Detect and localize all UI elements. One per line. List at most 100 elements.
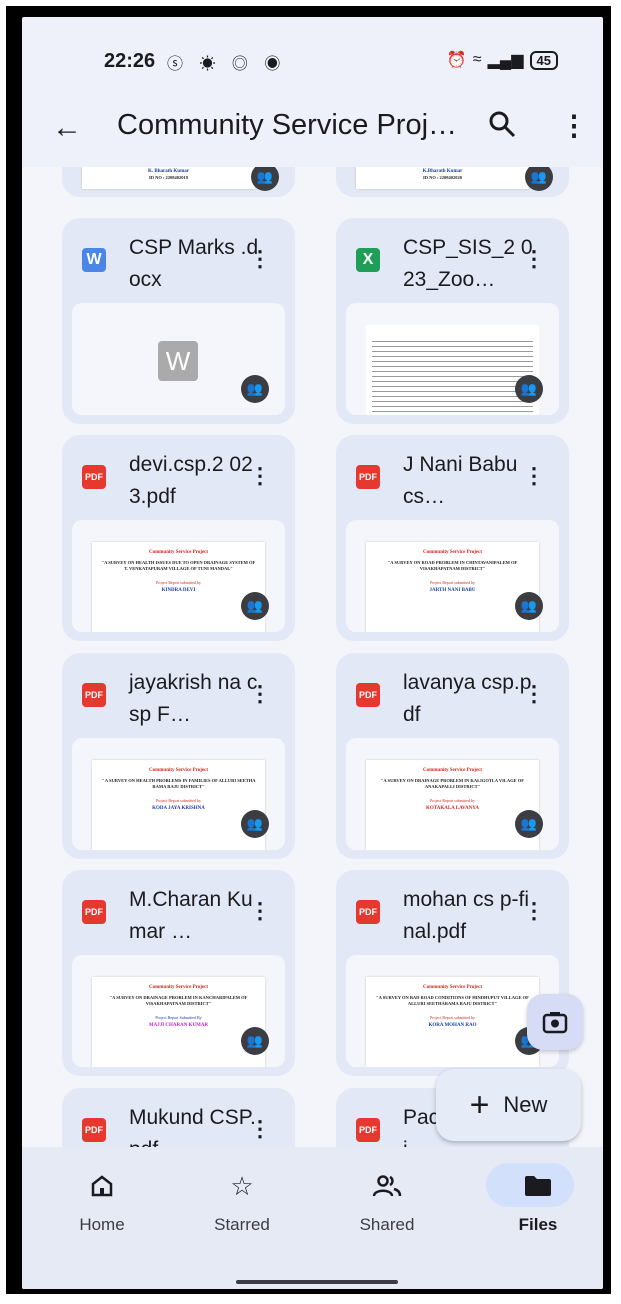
pdf-preview: Community Service Project "A SURVEY ON B… — [366, 977, 539, 1067]
shared-people-icon: 👥 — [515, 375, 543, 403]
file-more-icon[interactable]: ⋮ — [523, 463, 545, 489]
file-grid: K. Bharath Kumar ID NO : 2208402019 👥 K.… — [22, 167, 603, 1147]
more-options-icon[interactable]: ⋮ — [560, 109, 588, 142]
status-bar: 22:26 ⓢ ☀ ◎ ◉ ⏰ ≈ ▂▄▆ 45 — [22, 17, 603, 87]
file-thumbnail: 👥 — [346, 303, 559, 415]
nav-files[interactable]: Files — [478, 1163, 598, 1235]
gesture-home-bar[interactable] — [236, 1280, 398, 1284]
shared-people-icon: 👥 — [251, 167, 279, 191]
file-card[interactable]: PDF J Nani Babu cs… ⋮ Community Service … — [336, 435, 569, 641]
shared-people-icon: 👥 — [515, 810, 543, 838]
thumb-title: Community Service Project — [422, 550, 483, 555]
thumb-author: JARTH NANI BABU — [429, 588, 476, 593]
shared-people-icon: 👥 — [515, 592, 543, 620]
file-thumbnail: Community Service Project "A SURVEY ON D… — [346, 738, 559, 850]
shared-people-icon: 👥 — [241, 810, 269, 838]
thumb-author: KINDRA DEVI — [161, 588, 196, 593]
file-name: jayakrish na csp F… — [129, 671, 258, 726]
file-more-icon[interactable]: ⋮ — [249, 463, 271, 489]
folder-icon — [478, 1169, 598, 1203]
pdf-file-icon: PDF — [356, 683, 380, 707]
file-card[interactable]: PDF Mukund CSP.pdf ⋮ — [62, 1088, 295, 1147]
thumb-title: Community Service Project — [148, 768, 209, 773]
file-name: CSP_SIS_2 023_Zoo… — [403, 236, 533, 291]
file-card[interactable]: PDF M.Charan Kumar … ⋮ Community Service… — [62, 870, 295, 1076]
file-name: Mukund CSP.pdf — [129, 1106, 256, 1147]
pdf-file-icon: PDF — [356, 1118, 380, 1142]
status-time: 22:26 — [104, 50, 156, 72]
wifi-icon: ≈ — [472, 51, 482, 68]
thumb-id: ID NO : 2208402020 — [422, 175, 463, 180]
file-thumbnail: Community Service Project " A SURVEY ON … — [72, 738, 285, 850]
thumb-subtitle: Project Report submitted by — [430, 1015, 475, 1020]
file-thumbnail: K. Bharath Kumar ID NO : 2208402019 — [82, 167, 255, 189]
pdf-file-icon: PDF — [82, 1118, 106, 1142]
nav-shared[interactable]: Shared — [327, 1169, 447, 1235]
people-icon — [327, 1169, 447, 1203]
pdf-preview: Community Service Project " A SURVEY ON … — [92, 760, 265, 850]
file-more-icon[interactable]: ⋮ — [249, 246, 271, 272]
home-icon — [42, 1169, 162, 1203]
thumb-author: KODA JAYA KRISHNA — [152, 806, 205, 811]
file-card[interactable]: PDF jayakrish na csp F… ⋮ Community Serv… — [62, 653, 295, 859]
notification-icons: ⓢ ☀ ◎ ◉ — [167, 56, 287, 73]
file-more-icon[interactable]: ⋮ — [523, 246, 545, 272]
alarm-icon: ⏰ — [446, 52, 467, 69]
file-card[interactable]: PDF lavanya csp.pdf ⋮ Community Service … — [336, 653, 569, 859]
battery-icon: 45 — [529, 50, 558, 70]
thumb-author: KOTAKALA LAVANYA — [425, 806, 480, 811]
file-name: lavanya csp.pdf — [403, 671, 532, 726]
file-card[interactable]: X CSP_SIS_2 023_Zoo… ⋮ 👥 — [336, 218, 569, 424]
thumb-author: K.Bharath Kumar — [422, 169, 463, 174]
file-thumbnail: Community Service Project "A SURVEY ON D… — [72, 955, 285, 1067]
file-name: CSP Marks .docx — [129, 236, 259, 291]
signal-icon: ▂▄▆ — [487, 52, 524, 69]
word-doc-icon: W — [158, 341, 198, 381]
shared-people-icon: 👥 — [525, 167, 553, 191]
thumb-subtitle: Project Report Submitted By — [155, 1015, 202, 1020]
back-arrow-icon[interactable]: ← — [52, 111, 82, 145]
pdf-preview: Community Service Project "A SURVEY ON R… — [366, 542, 539, 632]
pdf-file-icon: PDF — [82, 683, 106, 707]
thumb-subtitle: Project Report submitted by — [156, 580, 201, 585]
sheets-file-icon: X — [356, 248, 380, 272]
file-more-icon[interactable]: ⋮ — [249, 898, 271, 924]
file-more-icon[interactable]: ⋮ — [523, 681, 545, 707]
new-label: New — [503, 1092, 548, 1117]
file-more-icon[interactable]: ⋮ — [249, 1116, 271, 1142]
file-card[interactable]: PDF devi.csp.2 023.pdf ⋮ Community Servi… — [62, 435, 295, 641]
thumb-title: Community Service Project — [422, 768, 483, 773]
page-title: Community Service Proj… — [117, 109, 458, 141]
thumb-body: "A SURVEY ON DRAINAGE PROBLEM IN KALIGOT… — [380, 778, 525, 789]
file-more-icon[interactable]: ⋮ — [249, 681, 271, 707]
file-thumbnail: Community Service Project "A SURVEY ON H… — [72, 520, 285, 632]
nav-starred-label: Starred — [214, 1215, 270, 1234]
pdf-preview: Community Service Project "A SURVEY ON D… — [92, 977, 265, 1067]
thumb-subtitle: Project Report submitted by — [156, 798, 201, 803]
star-icon: ☆ — [230, 1170, 254, 1201]
thumb-author: KORA MOHAN RAO — [428, 1023, 477, 1028]
shared-people-icon: 👥 — [241, 592, 269, 620]
search-icon[interactable] — [487, 109, 517, 139]
shared-people-icon: 👥 — [241, 375, 269, 403]
thumb-id: ID NO : 2208402019 — [148, 175, 189, 180]
file-name: M.Charan Kumar … — [129, 888, 253, 943]
screen: 22:26 ⓢ ☀ ◎ ◉ ⏰ ≈ ▂▄▆ 45 ← Community Ser… — [22, 17, 603, 1289]
nav-home[interactable]: Home — [42, 1169, 162, 1235]
scan-camera-button[interactable] — [527, 994, 583, 1050]
file-card-partial[interactable]: K.Bharath Kumar ID NO : 2208402020 👥 — [336, 167, 569, 197]
file-card-partial[interactable]: K. Bharath Kumar ID NO : 2208402019 👥 — [62, 167, 295, 197]
bottom-navigation: Home ☆ Starred Shared Files — [22, 1147, 603, 1289]
new-button[interactable]: + New — [436, 1069, 581, 1141]
thumb-body: "A SURVEY ON DRAINAGE PROBLEM IN KANCHAR… — [109, 995, 248, 1006]
thumb-title: Community Service Project — [148, 985, 209, 990]
nav-files-label: Files — [518, 1215, 558, 1234]
pdf-preview: Community Service Project "A SURVEY ON H… — [92, 542, 265, 632]
thumb-author: MAJJI CHARAN KUMAR — [148, 1023, 209, 1028]
thumb-title: Community Service Project — [148, 550, 209, 555]
file-name: J Nani Babu cs… — [403, 453, 518, 508]
nav-home-label: Home — [79, 1215, 125, 1234]
nav-starred[interactable]: ☆ Starred — [182, 1169, 302, 1235]
file-more-icon[interactable]: ⋮ — [523, 898, 545, 924]
file-card[interactable]: W CSP Marks .docx ⋮ W 👥 — [62, 218, 295, 424]
